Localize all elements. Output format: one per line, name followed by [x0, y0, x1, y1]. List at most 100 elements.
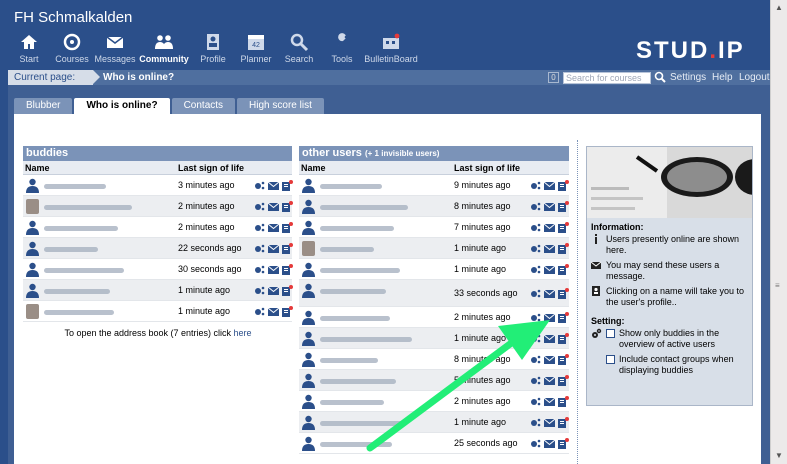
help-link[interactable]: Help	[712, 70, 733, 85]
add-buddy-icon[interactable]	[530, 243, 541, 254]
nav-tools[interactable]: Tools	[321, 32, 363, 68]
user-photo[interactable]	[26, 304, 39, 319]
user-name-redacted[interactable]	[44, 268, 124, 273]
write-blubber-icon[interactable]	[282, 284, 293, 296]
send-message-icon[interactable]	[544, 201, 555, 212]
user-row[interactable]: 1 minute ago	[299, 259, 569, 280]
setting-only-buddies[interactable]: Show only buddies in the overview of act…	[587, 328, 752, 350]
user-name-redacted[interactable]	[320, 289, 386, 294]
send-message-icon[interactable]	[268, 201, 279, 212]
write-blubber-icon[interactable]	[558, 200, 569, 212]
write-blubber-icon[interactable]	[282, 221, 293, 233]
user-row[interactable]: 9 minutes ago	[299, 175, 569, 196]
nav-courses[interactable]: Courses	[51, 32, 93, 68]
write-blubber-icon[interactable]	[558, 242, 569, 254]
tab-blubber[interactable]: Blubber	[14, 98, 73, 114]
user-row[interactable]: 2 minutes ago	[23, 196, 293, 217]
add-buddy-icon[interactable]	[254, 243, 265, 254]
add-buddy-icon[interactable]	[530, 222, 541, 233]
user-name-redacted[interactable]	[44, 205, 132, 210]
add-buddy-icon[interactable]	[530, 288, 541, 299]
user-avatar-icon[interactable]	[302, 373, 315, 388]
send-message-icon[interactable]	[544, 264, 555, 275]
settings-link[interactable]: Settings	[670, 70, 706, 85]
user-avatar-icon[interactable]	[26, 178, 39, 193]
add-buddy-icon[interactable]	[530, 180, 541, 191]
write-blubber-icon[interactable]	[282, 305, 293, 317]
nav-community[interactable]: Community	[137, 32, 191, 68]
user-row[interactable]: 30 seconds ago	[23, 259, 293, 280]
studip-logo[interactable]: STUD.IP	[636, 37, 745, 65]
send-message-icon[interactable]	[268, 285, 279, 296]
user-avatar-icon[interactable]	[302, 310, 315, 325]
write-blubber-icon[interactable]	[282, 263, 293, 275]
user-avatar-icon[interactable]	[302, 352, 315, 367]
send-message-icon[interactable]	[268, 222, 279, 233]
user-row[interactable]: 7 minutes ago	[299, 217, 569, 238]
user-avatar-icon[interactable]	[302, 436, 315, 451]
tab-contacts[interactable]: Contacts	[171, 98, 236, 114]
user-row[interactable]: 1 minute ago	[299, 238, 569, 259]
user-name-redacted[interactable]	[320, 226, 394, 231]
scroll-up-icon[interactable]: ▲	[773, 2, 785, 14]
write-blubber-icon[interactable]	[282, 200, 293, 212]
notification-count[interactable]: 0	[548, 72, 559, 83]
nav-bulletinboard[interactable]: BulletinBoard	[364, 32, 418, 68]
user-row[interactable]: 8 minutes ago	[299, 196, 569, 217]
user-name-redacted[interactable]	[44, 289, 110, 294]
tab-high-score-list[interactable]: High score list	[237, 98, 324, 114]
add-buddy-icon[interactable]	[530, 201, 541, 212]
send-message-icon[interactable]	[544, 222, 555, 233]
send-message-icon[interactable]	[268, 264, 279, 275]
user-avatar-icon[interactable]	[302, 331, 315, 346]
user-name-redacted[interactable]	[44, 184, 106, 189]
user-photo[interactable]	[26, 199, 39, 214]
add-buddy-icon[interactable]	[254, 222, 265, 233]
add-buddy-icon[interactable]	[254, 264, 265, 275]
user-avatar-icon[interactable]	[302, 394, 315, 409]
user-photo[interactable]	[302, 241, 315, 256]
tab-who-is-online[interactable]: Who is online?	[74, 98, 170, 114]
scroll-down-icon[interactable]: ▼	[773, 450, 785, 462]
user-avatar-icon[interactable]	[302, 178, 315, 193]
user-row[interactable]: 1 minute ago	[23, 280, 293, 301]
user-avatar-icon[interactable]	[302, 262, 315, 277]
send-message-icon[interactable]	[268, 243, 279, 254]
write-blubber-icon[interactable]	[558, 263, 569, 275]
user-name-redacted[interactable]	[320, 268, 400, 273]
send-message-icon[interactable]	[544, 180, 555, 191]
user-avatar-icon[interactable]	[302, 415, 315, 430]
user-row[interactable]: 2 minutes ago	[23, 217, 293, 238]
write-blubber-icon[interactable]	[558, 287, 569, 299]
nav-messages[interactable]: Messages	[94, 32, 136, 68]
user-row[interactable]: 22 seconds ago	[23, 238, 293, 259]
user-name-redacted[interactable]	[320, 205, 408, 210]
write-blubber-icon[interactable]	[558, 179, 569, 191]
setting-contact-groups[interactable]: Include contact groups when displaying b…	[587, 354, 752, 376]
user-name-redacted[interactable]	[320, 247, 374, 252]
user-avatar-icon[interactable]	[302, 220, 315, 235]
write-blubber-icon[interactable]	[282, 179, 293, 191]
address-book-link[interactable]: here	[234, 328, 252, 338]
user-row[interactable]: 1 minute ago	[23, 301, 293, 322]
user-name-redacted[interactable]	[44, 247, 98, 252]
search-submit-icon[interactable]	[654, 71, 666, 83]
user-name-redacted[interactable]	[320, 184, 382, 189]
user-name-redacted[interactable]	[44, 226, 118, 231]
write-blubber-icon[interactable]	[558, 221, 569, 233]
only-buddies-checkbox[interactable]	[606, 329, 615, 338]
send-message-icon[interactable]	[268, 180, 279, 191]
course-search-input[interactable]: Search for courses	[563, 72, 651, 84]
contact-groups-checkbox[interactable]	[606, 355, 615, 364]
user-avatar-icon[interactable]	[26, 241, 39, 256]
add-buddy-icon[interactable]	[254, 201, 265, 212]
add-buddy-icon[interactable]	[254, 285, 265, 296]
user-avatar-icon[interactable]	[302, 199, 315, 214]
add-buddy-icon[interactable]	[254, 306, 265, 317]
send-message-icon[interactable]	[268, 306, 279, 317]
nav-search[interactable]: Search	[278, 32, 320, 68]
send-message-icon[interactable]	[544, 243, 555, 254]
user-name-redacted[interactable]	[44, 310, 114, 315]
write-blubber-icon[interactable]	[282, 242, 293, 254]
add-buddy-icon[interactable]	[254, 180, 265, 191]
